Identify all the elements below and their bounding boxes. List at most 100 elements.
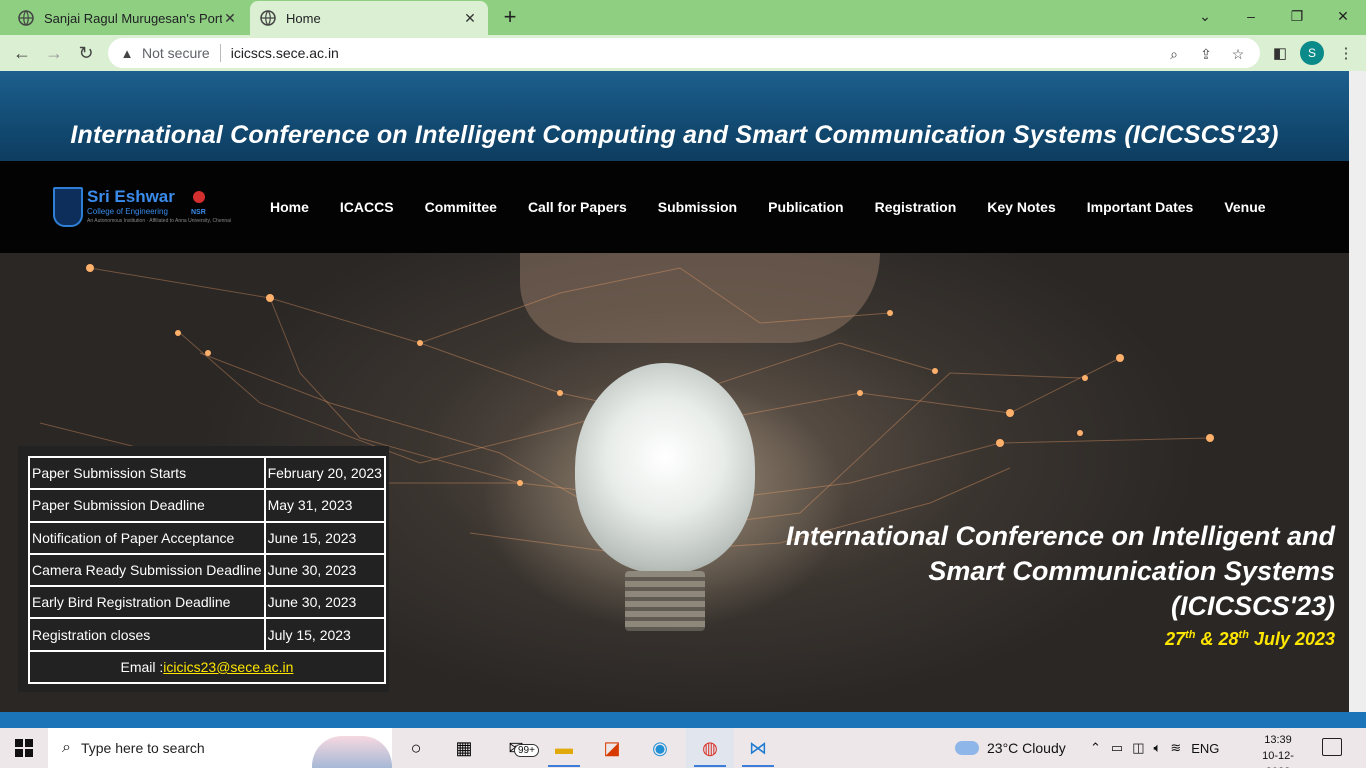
close-tab-icon[interactable]: ✕ <box>222 10 238 27</box>
nav-important-dates[interactable]: Important Dates <box>1087 199 1194 215</box>
date-event: Early Bird Registration Deadline <box>28 585 266 620</box>
clock-date: 10-12-2022 <box>1262 750 1294 768</box>
nav-key-notes[interactable]: Key Notes <box>987 199 1055 215</box>
web-page: International Conference on Intelligent … <box>0 71 1366 712</box>
nav-icaccs[interactable]: ICACCS <box>340 199 394 215</box>
date-value: June 30, 2023 <box>263 585 386 620</box>
page-bottom-strip <box>0 712 1366 728</box>
date-event: Registration closes <box>28 617 266 652</box>
tab-search-icon[interactable]: ⌄ <box>1182 2 1228 30</box>
mail-icon[interactable]: ✉99+ <box>492 728 540 768</box>
address-bar[interactable]: ▲ Not secure icicscs.sece.ac.in ⌕ ⇪ ☆ <box>108 38 1260 68</box>
search-icon: ⌕ <box>62 739 71 756</box>
date-event: Notification of Paper Acceptance <box>28 520 266 555</box>
cortana-icon[interactable]: ○ <box>392 728 440 768</box>
tab-portfolio[interactable]: Sanjai Ragul Murugesan's Portfolio ✕ <box>8 1 248 35</box>
new-tab-button[interactable]: + <box>498 4 522 30</box>
restore-button[interactable]: ❐ <box>1274 2 1320 30</box>
date-suffix-1: th <box>1185 629 1196 641</box>
nav-venue[interactable]: Venue <box>1224 199 1265 215</box>
date-suffix-2: th <box>1238 629 1249 641</box>
nav-call-for-papers[interactable]: Call for Papers <box>528 199 627 215</box>
date-event: Paper Submission Starts <box>28 455 266 491</box>
clock[interactable]: 13:39 10-12-2022 <box>1250 732 1306 768</box>
table-row: Paper Submission Deadline May 31, 2023 <box>28 488 386 523</box>
avatar[interactable]: S <box>1300 41 1324 65</box>
clock-time: 13:39 <box>1264 734 1292 746</box>
chevron-up-icon[interactable]: ⌃ <box>1090 740 1101 756</box>
date-day-1: 27 <box>1165 629 1186 649</box>
shield-icon <box>53 187 83 227</box>
bulb-base-graphic <box>625 571 705 631</box>
security-label[interactable]: Not secure <box>142 45 210 61</box>
nsr-logo-icon: NSR <box>191 209 206 216</box>
forward-arrow-icon[interactable]: → <box>40 39 68 67</box>
share-icon[interactable]: ⇪ <box>1196 44 1216 64</box>
nav-submission[interactable]: Submission <box>658 199 737 215</box>
table-row: Notification of Paper Acceptance June 15… <box>28 520 386 555</box>
table-row: Early Bird Registration Deadline June 30… <box>28 585 386 620</box>
date-value: July 15, 2023 <box>263 617 386 652</box>
nav-registration[interactable]: Registration <box>875 199 957 215</box>
date-value: February 20, 2023 <box>263 455 386 491</box>
office-icon[interactable]: ◪ <box>588 728 636 768</box>
windows-taskbar: ⌕ Type here to search ○ ▦ ✉99+ ▬ ◪ ◉ ◍ ⋈… <box>0 728 1366 768</box>
side-panel-icon[interactable]: ◧ <box>1270 43 1290 63</box>
back-arrow-icon[interactable]: ← <box>8 39 36 67</box>
important-dates-panel: Paper Submission Starts February 20, 202… <box>18 446 389 692</box>
email-link[interactable]: icicics23@sece.ac.in <box>163 659 293 675</box>
edge-icon[interactable]: ◉ <box>636 728 684 768</box>
taskbar-search-box[interactable]: ⌕ Type here to search <box>48 728 392 768</box>
bookmark-star-icon[interactable]: ☆ <box>1228 44 1248 64</box>
zoom-icon[interactable]: ⌕ <box>1164 44 1184 64</box>
warning-icon[interactable]: ▲ <box>118 46 136 61</box>
weather-text: 23°C Cloudy <box>987 740 1066 756</box>
close-window-button[interactable]: ✕ <box>1320 2 1366 30</box>
chrome-icon[interactable]: ◍ <box>686 728 734 768</box>
menu-dots-icon[interactable]: ⋮ <box>1336 43 1356 63</box>
date-value: May 31, 2023 <box>263 488 386 523</box>
notification-center-icon[interactable] <box>1322 738 1342 756</box>
nav-home[interactable]: Home <box>270 199 309 215</box>
email-label: Email : <box>120 658 164 675</box>
header-banner: International Conference on Intelligent … <box>0 71 1349 161</box>
college-logo[interactable]: Sri Eshwar College of Engineering An Aut… <box>53 187 231 231</box>
anniversary-badge-icon <box>193 191 205 203</box>
battery-icon[interactable]: ▭ <box>1111 740 1123 756</box>
task-view-icon[interactable]: ▦ <box>440 728 488 768</box>
logo-name: Sri Eshwar <box>87 187 175 206</box>
main-navbar: Sri Eshwar College of Engineering An Aut… <box>0 161 1349 253</box>
table-row: Camera Ready Submission Deadline June 30… <box>28 552 386 588</box>
mail-badge: 99+ <box>514 744 539 757</box>
browser-toolbar: ← → ↻ ▲ Not secure icicscs.sece.ac.in ⌕ … <box>0 35 1366 71</box>
logo-tagline: An Autonomous Institution · Affiliated t… <box>87 218 232 224</box>
system-tray: ⌃ ▭ ◫ 🔈︎ ≋ ENG <box>1090 728 1219 768</box>
url-text[interactable]: icicscs.sece.ac.in <box>231 45 339 61</box>
date-month-year: July 2023 <box>1248 629 1335 649</box>
nav-publication[interactable]: Publication <box>768 199 843 215</box>
language-indicator[interactable]: ENG <box>1191 741 1219 756</box>
tab-home[interactable]: Home ✕ <box>250 1 488 35</box>
important-dates-table: Paper Submission Starts February 20, 202… <box>28 455 386 685</box>
wifi-icon[interactable]: ≋ <box>1170 740 1181 756</box>
file-explorer-icon[interactable]: ▬ <box>540 728 588 768</box>
page-title: International Conference on Intelligent … <box>70 120 1279 149</box>
browser-tab-strip: Sanjai Ragul Murugesan's Portfolio ✕ Hom… <box>0 0 1366 35</box>
nav-committee[interactable]: Committee <box>425 199 497 215</box>
close-tab-icon[interactable]: ✕ <box>462 10 478 27</box>
windows-logo-icon <box>15 739 33 757</box>
vscode-icon[interactable]: ⋈ <box>734 728 782 768</box>
meet-now-icon[interactable]: ◫ <box>1132 740 1144 756</box>
reload-icon[interactable]: ↻ <box>72 39 100 67</box>
volume-icon[interactable]: 🔈︎ <box>1154 740 1162 756</box>
tab-title: Home <box>286 10 321 26</box>
divider <box>219 44 221 62</box>
vertical-scrollbar[interactable] <box>1349 71 1366 712</box>
weather-widget[interactable]: 23°C Cloudy <box>955 728 1066 768</box>
date-value: June 15, 2023 <box>263 520 386 555</box>
tab-title: Sanjai Ragul Murugesan's Portfolio <box>44 10 222 26</box>
minimize-button[interactable]: – <box>1228 2 1274 30</box>
start-button[interactable] <box>0 728 48 768</box>
search-highlight-art <box>312 736 392 768</box>
search-placeholder: Type here to search <box>80 740 205 756</box>
